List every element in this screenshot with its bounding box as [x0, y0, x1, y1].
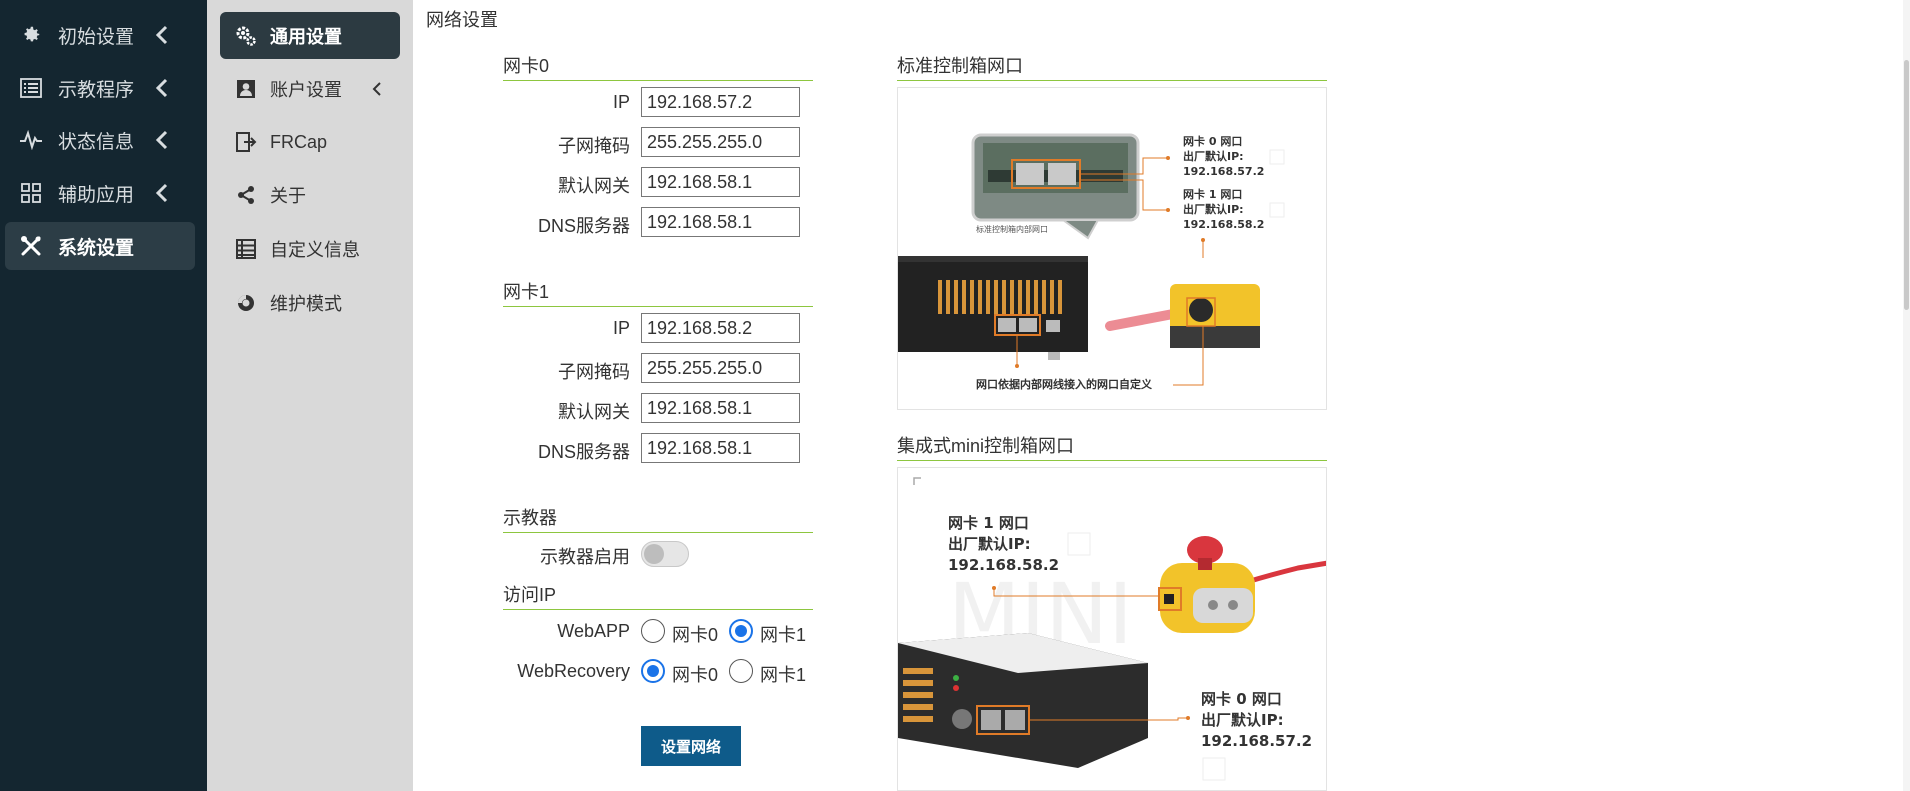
std-nic0-line1: 网卡 0 网口	[1183, 134, 1242, 148]
nic1-section-title: 网卡1	[503, 278, 813, 307]
gears-icon	[234, 24, 258, 48]
chevron-left-icon	[149, 75, 175, 101]
subnav-item-general-settings[interactable]: 通用设置	[220, 12, 400, 59]
subnav-item-account-settings[interactable]: 账户设置	[220, 66, 400, 112]
webapp-nic0-label: 网卡0	[672, 625, 719, 645]
subnav-item-label: 通用设置	[270, 26, 342, 47]
nic0-gateway-input[interactable]	[641, 167, 800, 197]
webrecovery-nic1-radio[interactable]	[729, 659, 753, 683]
teach-pendant-section-title: 示教器	[503, 504, 813, 533]
nav-item-label: 系统设置	[58, 237, 135, 259]
webapp-nic1-radio[interactable]	[729, 619, 753, 643]
nic1-mask-input[interactable]	[641, 353, 800, 383]
scrollbar-thumb[interactable]	[1904, 60, 1909, 310]
subnav-item-label: 关于	[270, 186, 306, 206]
nav-item-label: 状态信息	[58, 131, 135, 153]
inner-caption: 标准控制箱内部网口	[976, 224, 1048, 234]
nic0-dns-input[interactable]	[641, 207, 800, 237]
page-title: 网络设置	[426, 10, 498, 30]
account-icon	[234, 77, 258, 101]
nic1-gateway-label: 默认网关	[558, 402, 630, 422]
nav-item-teach-program[interactable]: 示教程序	[5, 64, 195, 112]
mini-nic0-line1: 网卡 0 网口	[1201, 690, 1282, 708]
mini-nic1-line1: 网卡 1 网口	[948, 514, 1029, 532]
frcap-icon	[234, 130, 258, 154]
std-box-section-title: 标准控制箱网口	[897, 52, 1327, 81]
nav-item-label: 初始设置	[58, 26, 135, 48]
subnav-item-label: FRCap	[270, 131, 328, 152]
subnav-item-maintenance-mode[interactable]: 维护模式	[220, 280, 400, 326]
webapp-nic1-label: 网卡1	[760, 625, 807, 645]
nav-item-initial-settings[interactable]: 初始设置	[5, 11, 195, 59]
webapp-label: WebAPP	[557, 621, 630, 641]
std-nic0-line3: 192.168.57.2	[1183, 165, 1264, 178]
nic1-gateway-input[interactable]	[641, 393, 800, 423]
nic1-ip-input[interactable]	[641, 313, 800, 343]
chevron-left-icon	[149, 127, 175, 153]
subnav-item-custom-info[interactable]: 自定义信息	[220, 226, 400, 272]
nav-item-label: 辅助应用	[58, 184, 135, 206]
tools-icon	[17, 232, 45, 260]
list-icon	[17, 74, 45, 102]
webrecovery-nic1-label: 网卡1	[760, 665, 807, 685]
webapp-nic0-radio[interactable]	[641, 619, 665, 643]
mini-box-section-title: 集成式mini控制箱网口	[897, 432, 1327, 461]
subnav-item-label: 账户设置	[270, 80, 342, 100]
teach-pendant-enable-toggle[interactable]	[641, 541, 689, 567]
webrecovery-nic0-radio[interactable]	[641, 659, 665, 683]
subnav-item-frcap[interactable]: FRCap	[220, 119, 400, 165]
mini-nic1-line3: 192.168.58.2	[948, 556, 1059, 574]
mini-nic0-line3: 192.168.57.2	[1201, 732, 1312, 750]
chevron-left-icon	[149, 180, 175, 206]
nic1-dns-label: DNS服务器	[537, 442, 630, 462]
mini-nic0-line2: 出厂默认IP:	[1201, 711, 1284, 729]
nic0-mask-label: 子网掩码	[558, 136, 630, 156]
sub-sidebar: 通用设置 账户设置 FRCap 关于 自定义信息 维护模式	[207, 0, 413, 791]
nic0-gateway-label: 默认网关	[558, 176, 630, 196]
nav-item-status-info[interactable]: 状态信息	[5, 116, 195, 164]
table-icon	[234, 237, 258, 261]
grid-icon	[17, 179, 45, 207]
share-icon	[234, 183, 258, 207]
page-scrollbar[interactable]	[1903, 0, 1910, 791]
access-ip-section-title: 访问IP	[503, 581, 813, 610]
main-sidebar: 初始设置 示教程序 状态信息 辅助应用 系统设置	[0, 0, 207, 791]
nic0-ip-input[interactable]	[641, 87, 800, 117]
chevron-left-icon	[149, 22, 175, 48]
gear-icon	[17, 21, 45, 49]
mini-box-diagram: MINI 网卡 1 网口 出厂默认IP: 192.168.58.2 网卡 0 网…	[897, 467, 1327, 791]
maintenance-icon	[234, 291, 258, 315]
std-nic0-line2: 出厂默认IP:	[1183, 149, 1244, 163]
nic1-dns-input[interactable]	[641, 433, 800, 463]
subnav-item-label: 维护模式	[270, 294, 342, 314]
nic0-section-title: 网卡0	[503, 52, 813, 81]
nav-item-aux-apps[interactable]: 辅助应用	[5, 169, 195, 217]
std-nic1-line3: 192.168.58.2	[1183, 218, 1264, 231]
nic1-mask-label: 子网掩码	[558, 362, 630, 382]
nic0-ip-label: IP	[612, 92, 630, 112]
webrecovery-label: WebRecovery	[517, 661, 630, 681]
subnav-item-label: 自定义信息	[270, 240, 360, 260]
std-nic1-line2: 出厂默认IP:	[1183, 202, 1244, 216]
std-box-diagram: 标准控制箱内部网口 网卡 0 网口 出厂默认IP: 192.168.57.2 网…	[897, 87, 1327, 410]
toggle-knob	[644, 544, 664, 564]
nav-item-system-settings[interactable]: 系统设置	[5, 222, 195, 270]
mini-nic1-line2: 出厂默认IP:	[948, 535, 1031, 553]
subnav-item-about[interactable]: 关于	[220, 172, 400, 218]
std-nic1-line1: 网卡 1 网口	[1183, 187, 1242, 201]
teach-pendant-enable-label: 示教器启用	[540, 547, 630, 567]
nic0-dns-label: DNS服务器	[537, 216, 630, 236]
std-bottom-note: 网口依据内部网线接入的网口自定义	[976, 377, 1153, 391]
set-network-button[interactable]: 设置网络	[641, 726, 741, 766]
nic1-ip-label: IP	[612, 318, 630, 338]
chevron-left-icon	[368, 80, 386, 98]
nav-item-label: 示教程序	[58, 79, 135, 101]
webrecovery-nic0-label: 网卡0	[672, 665, 719, 685]
pulse-icon	[17, 126, 45, 154]
nic0-mask-input[interactable]	[641, 127, 800, 157]
